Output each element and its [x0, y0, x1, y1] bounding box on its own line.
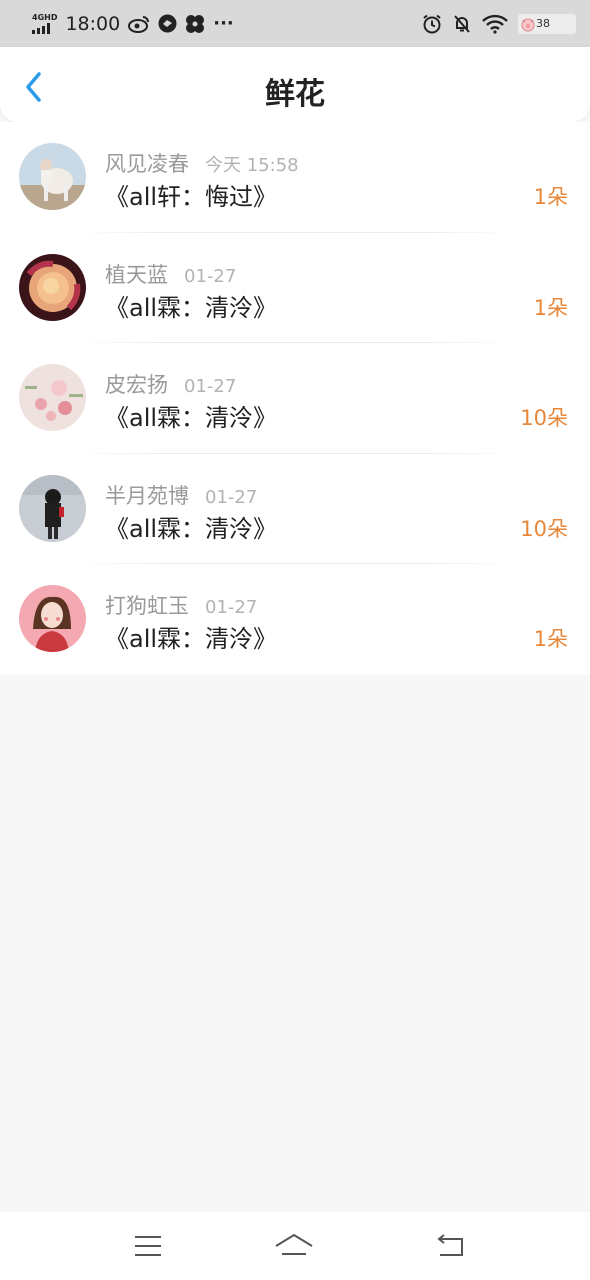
cellular-signal-icon: 4GHD [32, 12, 58, 34]
page-title: 鲜花 [265, 77, 325, 112]
alarm-icon [422, 14, 442, 34]
list-item[interactable]: 皮宏扬 01-27 《all霖：清泠》 10朵 [0, 343, 590, 454]
user-name[interactable]: 皮宏扬 [105, 369, 168, 399]
battery-indicator: 38 [518, 13, 576, 34]
gift-time: 01-27 [184, 376, 237, 397]
avatar[interactable] [19, 364, 86, 431]
user-name[interactable]: 打狗虹玉 [105, 590, 189, 620]
gift-time: 01-27 [205, 597, 258, 618]
flower-count: 10朵 [520, 406, 568, 430]
app-circle-icon [158, 14, 177, 33]
list-item[interactable]: 植天蓝 01-27 《all霖：清泠》 1朵 [0, 233, 590, 343]
user-name[interactable]: 半月苑博 [105, 480, 189, 510]
work-title[interactable]: 《all霖：清泠》 [105, 398, 277, 433]
user-name[interactable]: 植天蓝 [105, 259, 168, 289]
wifi-icon [482, 14, 508, 34]
flower-count: 1朵 [533, 295, 568, 320]
flower-count: 1朵 [533, 185, 568, 209]
work-title[interactable]: 《all轩：悔过》 [105, 177, 277, 212]
list-item[interactable]: 风见凌春 今天 15:58 《all轩：悔过》 1朵 [0, 122, 590, 233]
gift-time: 01-27 [205, 486, 258, 508]
system-nav-bar [0, 1212, 590, 1280]
menu-lines-icon [133, 1234, 163, 1258]
avatar[interactable] [19, 474, 86, 542]
gift-time: 01-27 [184, 265, 237, 287]
pig-icon [520, 16, 536, 32]
flower-count: 10朵 [520, 516, 568, 541]
avatar[interactable] [19, 143, 86, 210]
flower-count: 1朵 [533, 627, 568, 651]
user-name[interactable]: 风见凌春 [105, 148, 189, 178]
header-bar: 鲜花 [0, 47, 590, 122]
home-icon [274, 1232, 314, 1260]
home-button[interactable] [274, 1230, 314, 1262]
work-title[interactable]: 《all霖：清泠》 [105, 288, 277, 323]
battery-level: 38 [536, 17, 550, 30]
list-item[interactable]: 半月苑博 01-27 《all霖：清泠》 10朵 [0, 454, 590, 564]
mute-bell-icon [452, 14, 472, 34]
work-title[interactable]: 《all霖：清泠》 [105, 619, 277, 654]
work-title[interactable]: 《all霖：清泠》 [105, 509, 277, 544]
list-item[interactable]: 打狗虹玉 01-27 《all霖：清泠》 1朵 [0, 564, 590, 675]
more-notifications-icon: ··· [213, 13, 234, 34]
menu-button[interactable] [128, 1230, 168, 1262]
clock: 18:00 [65, 12, 121, 35]
back-nav-button[interactable] [430, 1230, 470, 1262]
pinwheel-icon [185, 14, 205, 34]
avatar[interactable] [19, 585, 86, 652]
avatar[interactable] [19, 253, 86, 321]
flower-list: 风见凌春 今天 15:58 《all轩：悔过》 1朵 植天蓝 01-27 《al… [0, 122, 590, 675]
weibo-icon [128, 15, 150, 33]
return-arrow-icon [434, 1233, 466, 1259]
network-type-label: 4GHD [32, 12, 58, 22]
status-bar: 4GHD 18:00 ··· 38 [0, 0, 590, 47]
gift-time: 今天 15:58 [205, 155, 299, 176]
